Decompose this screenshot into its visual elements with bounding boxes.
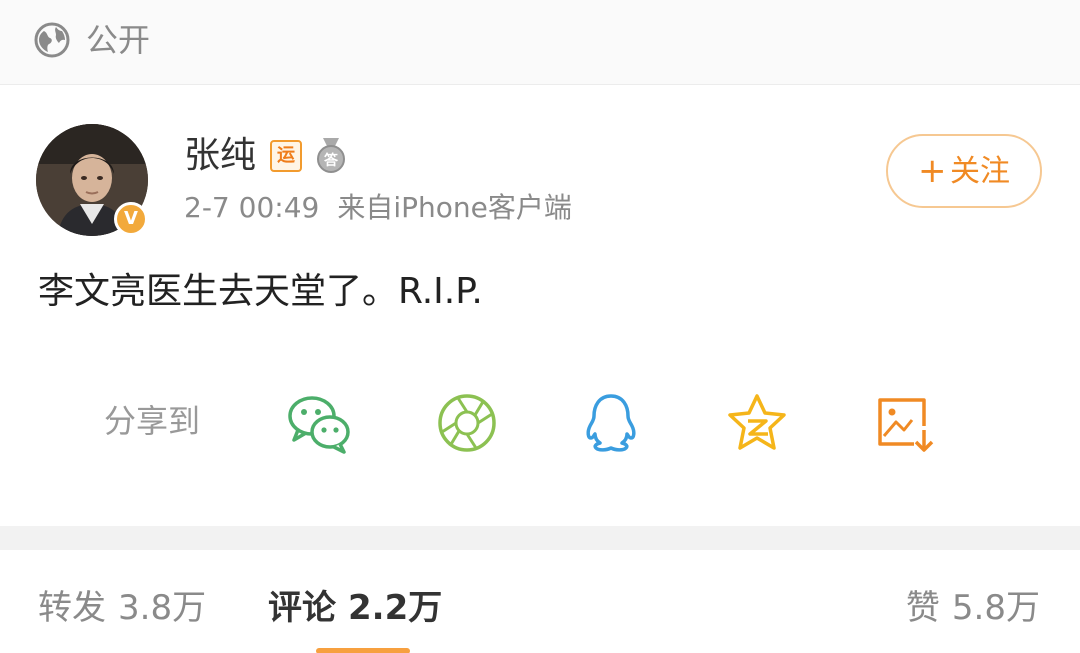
- reposts-label: 转发: [38, 588, 106, 628]
- qq-icon[interactable]: [578, 392, 644, 454]
- post-meta: 2-7 00:49 来自iPhone客户端: [184, 190, 572, 226]
- share-label: 分享到: [104, 402, 201, 440]
- likes-count: 5.8万: [951, 588, 1040, 628]
- visibility-bar[interactable]: 公开: [0, 0, 1080, 85]
- verified-badge: V: [114, 202, 148, 236]
- likes-label: 赞: [905, 588, 940, 628]
- author-name[interactable]: 张纯: [184, 134, 256, 178]
- follow-button[interactable]: + 关注: [886, 134, 1042, 208]
- save-image-icon[interactable]: [872, 392, 938, 454]
- post-content: 李文亮医生去天堂了。R.I.P.: [38, 271, 483, 312]
- section-divider: [0, 526, 1080, 550]
- weibo-post-page: 公开 V 张纯 运 答 2-7 00:49 来自iPhone客户端 + 关注 李…: [0, 0, 1080, 653]
- comments-tab[interactable]: 评论 2.2万: [268, 586, 442, 630]
- follow-label: 关注: [950, 154, 1010, 189]
- visibility-label: 公开: [86, 21, 151, 59]
- wechat-icon[interactable]: [286, 392, 352, 454]
- post-time: 2-7 00:49: [184, 191, 320, 224]
- comments-label: 评论: [268, 588, 336, 628]
- reposts-tab[interactable]: 转发 3.8万: [38, 586, 206, 630]
- comments-count: 2.2万: [348, 588, 443, 628]
- svg-text:答: 答: [324, 152, 339, 169]
- plus-icon: +: [918, 151, 947, 191]
- yun-badge-icon[interactable]: 运: [270, 140, 302, 172]
- qzone-icon[interactable]: [724, 392, 790, 454]
- active-tab-indicator: [316, 648, 410, 653]
- reposts-count: 3.8万: [118, 588, 207, 628]
- stats-bar: 转发 3.8万 评论 2.2万 赞 5.8万: [0, 550, 1080, 653]
- da-medal-icon[interactable]: 答: [314, 136, 348, 174]
- likes-tab[interactable]: 赞 5.8万: [906, 586, 1040, 630]
- post-source[interactable]: 来自iPhone客户端: [337, 191, 572, 224]
- globe-icon: [34, 22, 70, 58]
- verified-mark: V: [124, 208, 138, 229]
- wechat-moments-icon[interactable]: [434, 392, 500, 454]
